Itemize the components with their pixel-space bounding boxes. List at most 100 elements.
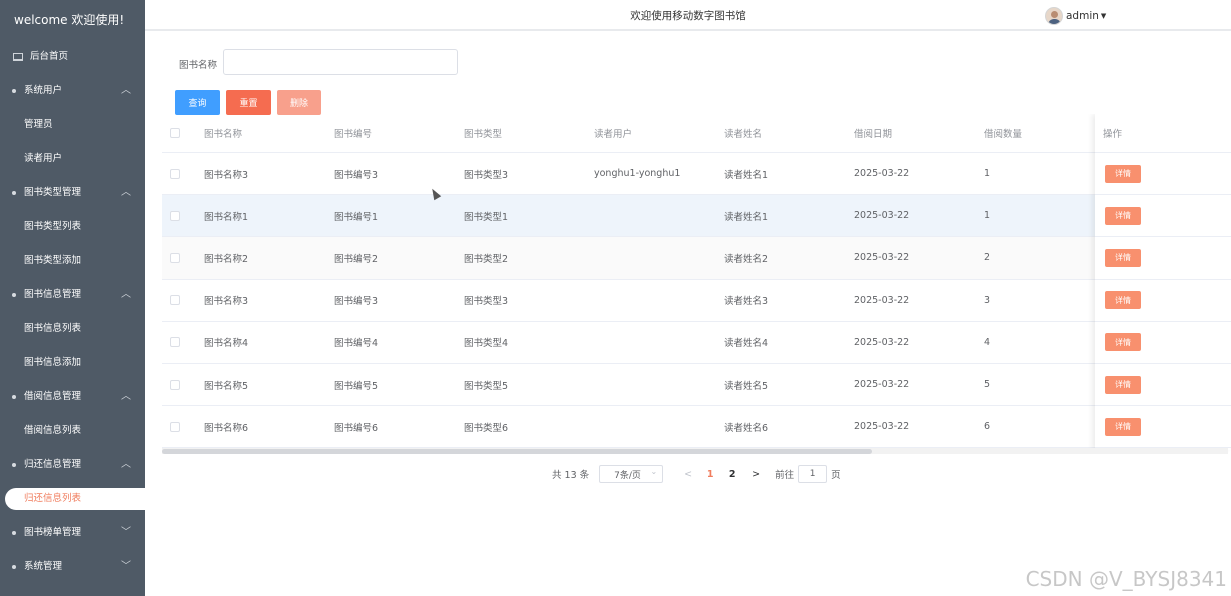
table-cell: 读者姓名1 [724,169,769,181]
row-checkbox[interactable] [170,295,180,306]
table-cell: 2025-03-22 [854,210,910,222]
data-table: 图书名称 图书编号 图书类型 读者用户 读者姓名 借阅日期 借阅数量 图书名称3 图书编号3 图书… [162,114,1231,454]
checkbox-cell [170,364,180,405]
table-cell: 2 [984,252,991,264]
sidebar-item-10[interactable]: 借阅信息管理 ︿ [0,380,145,414]
bullet-icon [12,463,16,467]
page-1-button[interactable]: 1 [699,469,721,480]
user-menu[interactable]: admin ▼ [1045,6,1106,26]
row-checkbox[interactable] [170,168,180,179]
table-cell: 2025-03-22 [854,421,910,433]
column-header: 读者姓名 [724,129,763,140]
table-cell: 1 [984,168,991,180]
table-row[interactable]: 图书名称3 图书编号3 图书类型3 读者姓名3 2025-03-22 3 [162,280,1231,322]
detail-button[interactable]: 详情 [1105,206,1141,225]
sidebar-item-label: 借阅信息列表 [24,425,82,436]
detail-button[interactable]: 详情 [1105,417,1141,436]
table-row[interactable]: 图书名称6 图书编号6 图书类型6 读者姓名6 2025-03-22 6 [162,406,1231,449]
table-row[interactable]: 图书名称3 图书编号3 图书类型3 yonghu1-yonghu1 读者姓名1 2025-… [162,153,1231,196]
detail-button[interactable]: 详情 [1105,248,1141,267]
detail-button[interactable]: 详情 [1105,333,1141,352]
row-checkbox[interactable] [170,421,180,432]
delete-button[interactable]: 删除 [277,90,321,115]
reset-button[interactable]: 重置 [226,90,271,115]
goto-page-input[interactable] [798,465,828,483]
table-cell: 图书编号3 [334,169,379,181]
sidebar-item-8[interactable]: 图书信息列表 [0,312,145,346]
row-checkbox[interactable] [170,210,180,221]
table-row[interactable]: 图书名称4 图书编号4 图书类型4 读者姓名4 2025-03-22 4 [162,322,1231,364]
detail-button[interactable]: 详情 [1105,375,1141,394]
avatar[interactable] [1045,7,1063,25]
table-cell: 读者姓名3 [724,296,769,308]
table-row[interactable]: 图书名称5 图书编号5 图书类型5 读者姓名5 2025-03-22 5 [162,364,1231,407]
row-checkbox[interactable] [170,252,180,263]
sidebar-item-label: 归还信息管理 [24,459,82,470]
sidebar: welcome 欢迎使用! 后台首页 系统用户 ︿ 管理员 读者用户 图书类型管理 ︿ 图书类… [0,0,145,596]
column-header: 图书类型 [464,129,503,140]
sidebar-item-15[interactable]: 系统管理 ﹀ [0,550,145,584]
sidebar-item-5[interactable]: 图书类型列表 [0,210,145,244]
table-cell: 读者姓名6 [724,422,769,434]
table-cell: 读者姓名1 [724,211,769,223]
table-row[interactable]: 图书名称1 图书编号1 图书类型1 读者姓名1 2025-03-22 1 [162,195,1231,238]
sidebar-item-4[interactable]: 图书类型管理 ︿ [0,176,145,210]
detail-button[interactable]: 详情 [1105,291,1141,310]
app-root: welcome 欢迎使用! 后台首页 系统用户 ︿ 管理员 读者用户 图书类型管理 ︿ 图书类… [0,0,1231,596]
row-checkbox[interactable] [170,379,180,390]
sidebar-item-1[interactable]: 系统用户 ︿ [0,74,145,108]
table-cell: 图书名称4 [204,338,249,350]
sidebar-item-9[interactable]: 图书信息添加 [0,346,145,380]
chevron-down-icon[interactable]: ▼ [1101,12,1106,20]
user-name[interactable]: admin [1066,10,1099,22]
table-cell: 图书类型2 [464,253,509,265]
sidebar-item-label: 管理员 [24,119,53,130]
sidebar-item-12[interactable]: 归还信息管理 ︿ [0,448,145,482]
table-cell: 图书名称5 [204,380,249,392]
sidebar-item-label: 读者用户 [24,153,63,164]
table-row[interactable]: 图书名称2 图书编号2 图书类型2 读者姓名2 2025-03-22 2 [162,237,1231,280]
sidebar-item-label: 图书榜单管理 [24,527,82,538]
sidebar-item-2[interactable]: 管理员 [0,108,145,142]
sidebar-item-14[interactable]: 图书榜单管理 ﹀ [0,516,145,550]
bullet-icon [12,565,16,569]
table-cell: 图书编号6 [334,422,379,434]
checkbox-cell [170,195,180,236]
page-2-button[interactable]: 2 [721,469,743,480]
sidebar-menu: 后台首页 系统用户 ︿ 管理员读者用户图书类型管理 ︿ 图书类型列表图书类型添加 图书信息管… [0,40,145,584]
prev-page-button[interactable]: < [681,469,695,480]
scrollbar-thumb[interactable] [162,449,872,454]
column-header: 读者用户 [594,129,633,140]
table-cell: 2025-03-22 [854,168,910,180]
table-scrollbar[interactable] [162,448,1228,454]
sidebar-item-13[interactable]: 归还信息列表 [5,488,145,510]
next-page-button[interactable]: > [749,469,763,480]
checkbox-cell [170,237,180,278]
select-all-checkbox[interactable] [170,128,180,138]
bullet-icon [12,395,16,399]
sidebar-item-7[interactable]: 图书信息管理 ︿ [0,278,145,312]
sidebar-item-label: 图书类型列表 [24,221,82,232]
query-button[interactable]: 查询 [175,90,220,115]
row-checkbox[interactable] [170,337,180,348]
bullet-icon [12,191,16,195]
sidebar-item-label: 归还信息列表 [24,493,82,504]
checkbox-cell [170,280,180,321]
sidebar-item-3[interactable]: 读者用户 [0,142,145,176]
table-cell: 图书编号2 [334,253,379,265]
book-name-input[interactable] [223,49,458,75]
table-cell: 图书名称3 [204,169,249,181]
column-header: 借阅数量 [984,129,1023,140]
sidebar-item-6[interactable]: 图书类型添加 [0,244,145,278]
sidebar-item-0[interactable]: 后台首页 [0,40,145,74]
page-size-select[interactable]: 7条/页 ⌄ [599,465,664,483]
chevron-up-icon: ︿ [121,85,131,96]
pagination: 共 13 条 7条/页 ⌄ < 1 2 > 前往 页 [552,465,841,483]
column-header: 借阅日期 [854,129,893,140]
sidebar-item-label: 系统管理 [24,561,63,572]
total-count: 共 13 条 [552,470,590,481]
sidebar-item-label: 图书信息添加 [24,357,82,368]
chevron-down-icon: ﹀ [121,527,131,538]
sidebar-item-11[interactable]: 借阅信息列表 [0,414,145,448]
detail-button[interactable]: 详情 [1105,164,1141,183]
